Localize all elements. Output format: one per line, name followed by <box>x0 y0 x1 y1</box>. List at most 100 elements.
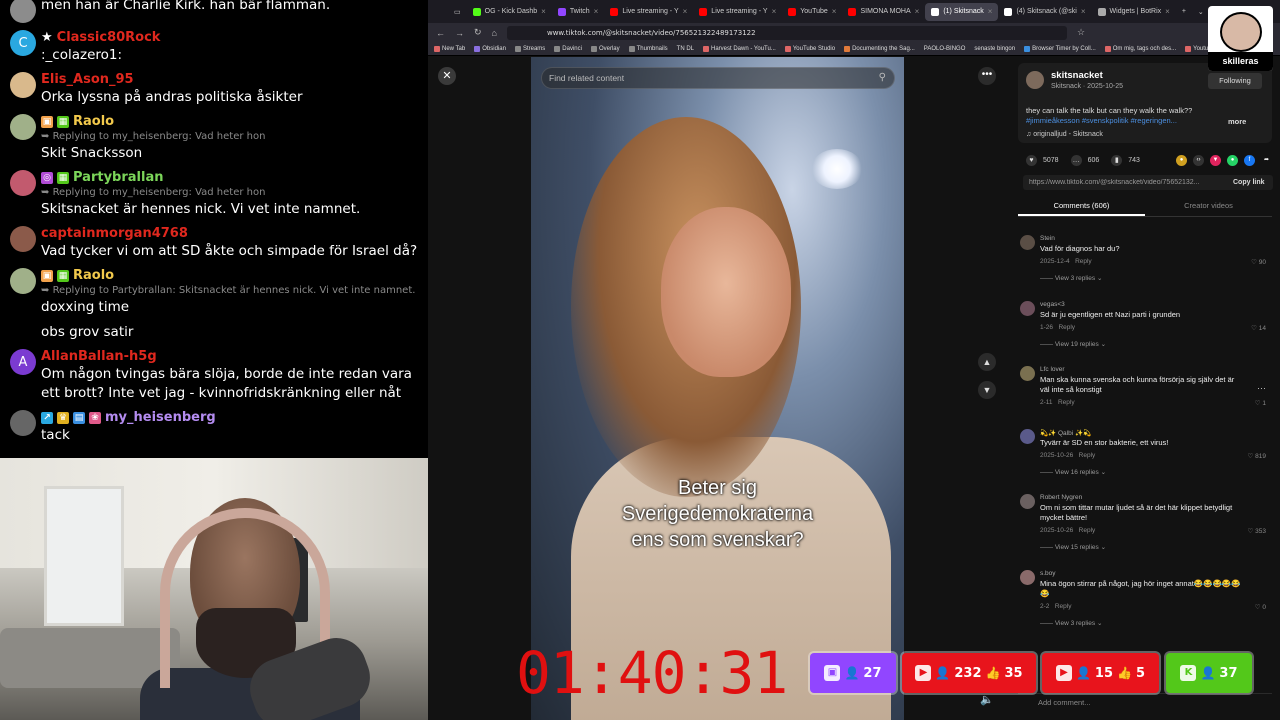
tab[interactable]: SIMONA MOHA × <box>842 3 925 21</box>
comment-likes[interactable]: ♡ 0 <box>1255 603 1266 611</box>
tab[interactable]: Twitch × <box>552 3 605 21</box>
bookmark[interactable]: Om mig, tags och des... <box>1104 45 1176 52</box>
comment-input[interactable]: Add comment... <box>1018 693 1272 711</box>
tab-comments[interactable]: Comments (606) <box>1018 197 1145 216</box>
new-tab-icon[interactable]: + <box>1176 3 1192 21</box>
bookmark[interactable]: Davinci <box>554 45 582 52</box>
save-count: 743 <box>1128 156 1140 164</box>
back-icon[interactable]: ← <box>436 28 445 38</box>
forward-icon[interactable]: → <box>455 28 464 38</box>
view-replies-button[interactable]: —— View 3 replies ⌄ <box>1040 274 1102 282</box>
viewer-icon: 👤 <box>1075 666 1091 680</box>
reply-button[interactable]: Reply <box>1075 258 1092 265</box>
chat-username[interactable]: ◎ ▦ Partybrallan <box>41 169 418 186</box>
avatar[interactable] <box>1020 366 1035 381</box>
chat-username[interactable]: captainmorgan4768 <box>41 225 418 242</box>
view-replies-button[interactable]: —— View 19 replies ⌄ <box>1040 340 1106 348</box>
embed-icon[interactable]: ‹› <box>1193 154 1204 166</box>
reply-button[interactable]: Reply <box>1055 603 1072 610</box>
sound-link[interactable]: ♫ originalljud - Skitsnack <box>1026 131 1103 138</box>
search-input[interactable]: Find related content ⚲ <box>541 67 895 89</box>
tab[interactable]: Live streaming - Y × <box>693 3 782 21</box>
close-icon[interactable]: ✕ <box>438 67 456 85</box>
view-replies-button[interactable]: —— View 15 replies ⌄ <box>1040 543 1106 551</box>
chat-username[interactable]: Elis_Ason_95 <box>41 71 418 88</box>
bookmark[interactable]: Documenting the Sag... <box>844 45 915 52</box>
avatar[interactable] <box>1020 429 1035 444</box>
comment-likes[interactable]: ♡ 819 <box>1248 452 1267 460</box>
chevron-down-icon[interactable]: ▼ <box>978 381 996 399</box>
chat-username[interactable]: ↗ ♛ ▤ ❀ my_heisenberg <box>41 409 418 426</box>
chat-message: Elis_Ason_95 Orka lyssna på andras polit… <box>10 71 418 107</box>
bookmark[interactable]: Overlay <box>590 45 620 52</box>
volume-icon[interactable]: 🔈 <box>980 693 994 706</box>
facebook-icon[interactable]: f <box>1244 154 1255 166</box>
reload-icon[interactable]: ↻ <box>474 27 482 38</box>
heart-icon[interactable]: ♥ <box>1026 154 1037 166</box>
comment-likes[interactable]: ♡ 90 <box>1251 258 1266 266</box>
avatar[interactable] <box>1020 301 1035 316</box>
bookmark-icon[interactable]: ▮ <box>1111 154 1123 166</box>
tab[interactable]: Live streaming - Y × <box>604 3 693 21</box>
more-options-icon[interactable]: ··· <box>1257 383 1266 393</box>
chat-message: ▣ ▦ Raolo ➥ Replying to Partybrallan: Sk… <box>10 267 418 317</box>
video-link[interactable]: https://www.tiktok.com/@skitsnacket/vide… <box>1023 179 1233 186</box>
tab-list-icon[interactable]: ▭ <box>448 3 467 21</box>
video-player[interactable]: Find related content ⚲ Beter sig Sverige… <box>531 57 904 720</box>
copy-link-button[interactable]: Copy link <box>1233 179 1273 186</box>
avatar[interactable] <box>1020 494 1035 509</box>
author-name[interactable]: skitsnacket <box>1051 70 1103 81</box>
reply-button[interactable]: Reply <box>1058 399 1075 406</box>
reply-button[interactable]: Reply <box>1079 527 1096 534</box>
share-arrow-icon[interactable]: ➦ <box>1261 155 1272 166</box>
reply-button[interactable]: Reply <box>1079 452 1096 459</box>
bookmark[interactable]: Thumbnails <box>628 45 668 52</box>
chat-text: tack <box>41 427 70 443</box>
bookmark[interactable]: YouTube Studio <box>784 45 835 52</box>
chat-username[interactable]: ▣ ▦ Raolo <box>41 267 418 284</box>
bookmark[interactable]: New Tab <box>434 45 465 52</box>
bookmark[interactable]: senaste bingon <box>974 46 1015 52</box>
subscriber-badge-icon: ▣ <box>41 269 53 282</box>
follow-button[interactable]: Following <box>1208 73 1262 89</box>
bookmark[interactable]: Streams <box>514 45 545 52</box>
post-tags[interactable]: #jimmieåkesson #svenskpolitik #regeringe… <box>1026 116 1216 125</box>
chat-username[interactable]: AllanBallan-h5g <box>41 348 418 365</box>
reply-button[interactable]: Reply <box>1058 324 1075 331</box>
comment-icon[interactable]: … <box>1070 154 1082 166</box>
tab[interactable]: OG - Kick Dashb × <box>467 3 552 21</box>
chevron-up-icon[interactable]: ▲ <box>978 353 996 371</box>
comment-likes[interactable]: ♡ 1 <box>1255 399 1266 407</box>
bookmark[interactable]: Harvest Dawn - YouTu... <box>703 45 776 52</box>
view-replies-button[interactable]: —— View 16 replies ⌄ <box>1040 468 1106 476</box>
tab-active[interactable]: (1) Skitsnack × <box>925 2 999 21</box>
comment-likes[interactable]: ♡ 14 <box>1251 324 1266 332</box>
tab[interactable]: YouTube × <box>782 3 842 21</box>
chat-username[interactable]: ★ Classic80Rock <box>41 29 418 46</box>
avatar[interactable] <box>1020 570 1035 585</box>
bookmark[interactable]: PAOLO-BINGO <box>924 46 966 52</box>
home-icon[interactable]: ⌂ <box>492 28 497 38</box>
view-replies-button[interactable]: —— View 3 replies ⌄ <box>1040 619 1102 627</box>
share-icon[interactable]: ▼ <box>1210 154 1221 166</box>
more-options-icon[interactable]: ••• <box>978 67 996 85</box>
comment-likes[interactable]: ♡ 353 <box>1248 527 1267 535</box>
share-icon[interactable]: ● <box>1176 154 1187 166</box>
more-button[interactable]: more <box>1228 117 1246 126</box>
bookmark-star-icon[interactable]: ☆ <box>1077 27 1085 38</box>
url-input[interactable]: www.tiktok.com/@skitsnacket/video/756521… <box>506 25 1067 40</box>
avatar[interactable] <box>1020 235 1035 250</box>
whatsapp-icon[interactable]: ● <box>1227 154 1238 166</box>
author-card: skitsnacket Skitsnack · 2025-10-25 Follo… <box>1018 63 1272 143</box>
tab[interactable]: Widgets | BotRix × <box>1092 3 1176 21</box>
chat-message: ▣ ▦ Raolo ➥ Replying to my_heisenberg: V… <box>10 113 418 163</box>
screen: men han är Charlie Kirk. han bär flamman… <box>0 0 1280 720</box>
bookmark[interactable]: Obsidian <box>474 45 506 52</box>
gift-badge-icon: ▦ <box>57 269 69 282</box>
chat-username[interactable]: ▣ ▦ Raolo <box>41 113 418 130</box>
avatar[interactable] <box>1026 71 1044 89</box>
bookmark[interactable]: TN DL <box>677 46 694 52</box>
tab-creator-videos[interactable]: Creator videos <box>1145 197 1272 216</box>
tab[interactable]: (4) Skitsnack (@ski × <box>998 3 1091 21</box>
bookmark[interactable]: Browser Timer by Coll... <box>1024 45 1096 52</box>
